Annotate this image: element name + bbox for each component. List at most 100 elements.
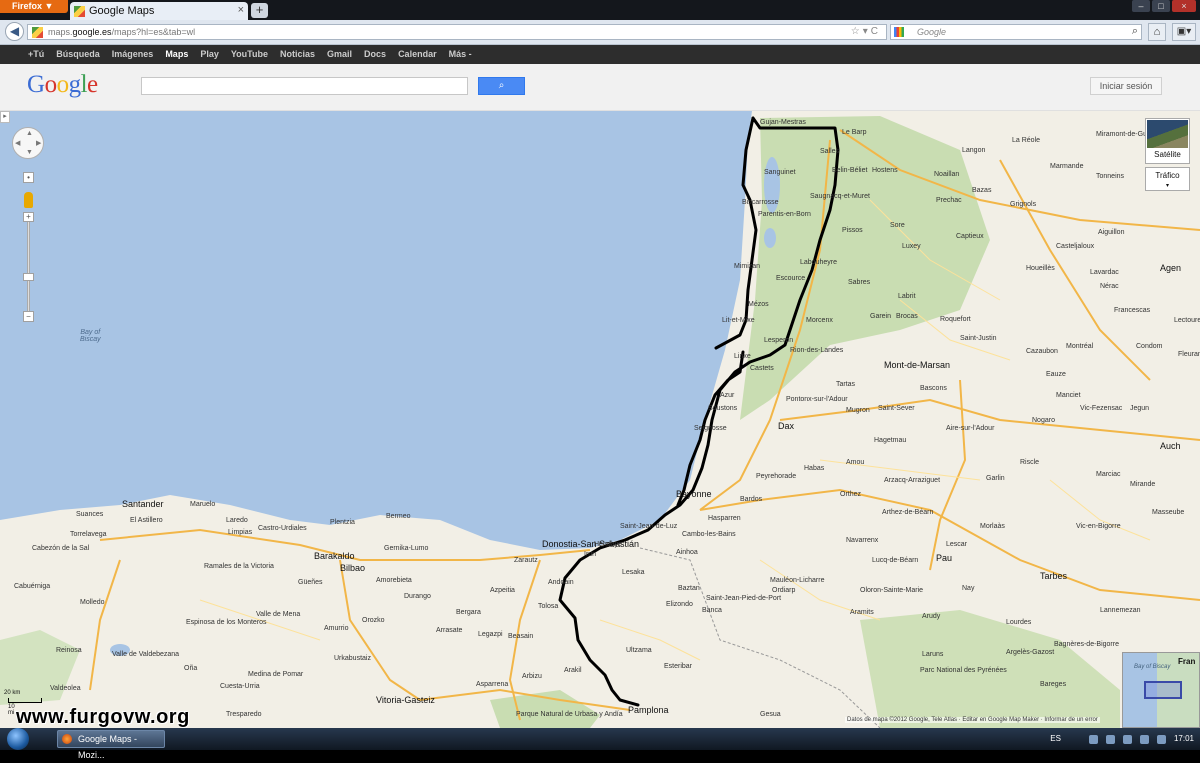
place-label[interactable]: Amurrio	[324, 625, 349, 632]
place-label[interactable]: Habas	[804, 465, 824, 472]
zoom-out-button[interactable]: −	[23, 311, 34, 322]
place-label[interactable]: Tartas	[836, 381, 855, 388]
place-label[interactable]: Salles	[820, 148, 839, 155]
place-label[interactable]: Grignols	[1010, 201, 1036, 208]
tray-app-icon[interactable]	[1122, 734, 1132, 744]
pan-down-icon[interactable]: ▼	[26, 149, 33, 156]
clock[interactable]: 17:01	[1174, 728, 1194, 750]
place-label[interactable]: Soustons	[708, 405, 737, 412]
place-label[interactable]: Nérac	[1100, 283, 1119, 290]
place-label[interactable]: Linxe	[734, 353, 751, 360]
pan-left-icon[interactable]: ◀	[15, 139, 20, 147]
maps-search-input[interactable]	[141, 77, 468, 95]
place-label[interactable]: Riscle	[1020, 459, 1039, 466]
tab-google-maps[interactable]: Google Maps ×	[70, 2, 248, 20]
gbar-item-youtube[interactable]: YouTube	[231, 45, 268, 64]
place-label[interactable]: Asparrena	[476, 681, 508, 688]
place-label[interactable]: Roquefort	[940, 316, 971, 323]
place-label[interactable]: Torrelavega	[70, 531, 107, 538]
place-label[interactable]: El Astillero	[130, 517, 163, 524]
place-label[interactable]: Bilbao	[340, 563, 365, 573]
place-label[interactable]: Castro-Urdiales	[258, 525, 307, 532]
place-label[interactable]: Escource	[776, 275, 805, 282]
place-label[interactable]: Ordiarp	[772, 587, 795, 594]
url-bar[interactable]: maps.google.es/maps?hl=es&tab=wl ☆▾C	[27, 24, 887, 40]
place-label[interactable]: Güeñes	[298, 579, 323, 586]
gbar-item-im-genes[interactable]: Imágenes	[112, 45, 154, 64]
browser-search-field[interactable]: Google ⌕	[890, 24, 1142, 40]
place-label[interactable]: Plentzia	[330, 519, 355, 526]
place-label[interactable]: Jegun	[1130, 405, 1149, 412]
place-label[interactable]: Hasparren	[708, 515, 741, 522]
place-label[interactable]: Lavardac	[1090, 269, 1119, 276]
google-logo[interactable]: Google	[27, 71, 98, 99]
place-label[interactable]: Seignosse	[694, 425, 727, 432]
place-label[interactable]: Marmande	[1050, 163, 1083, 170]
place-label[interactable]: Saint-Sever	[878, 405, 915, 412]
place-label[interactable]: Gujan-Mestras	[760, 119, 806, 126]
place-label[interactable]: Rion-des-Landes	[790, 347, 843, 354]
place-label[interactable]: Mirande	[1130, 481, 1155, 488]
place-label[interactable]: Sanguinet	[764, 169, 796, 176]
search-engine-icon[interactable]	[894, 27, 904, 37]
place-label[interactable]: Francescas	[1114, 307, 1150, 314]
map-copyright[interactable]: Datos de mapa ©2012 Google, Tele Atlas ·…	[845, 717, 1100, 723]
place-label[interactable]: Donostia-San Sebastián	[542, 539, 639, 549]
gbar-item-b-squeda[interactable]: Búsqueda	[56, 45, 100, 64]
place-label[interactable]: Saugnacq-et-Muret	[810, 193, 870, 200]
place-label[interactable]: Nay	[962, 585, 974, 592]
place-label[interactable]: Durango	[404, 593, 431, 600]
firefox-menu-button[interactable]: Firefox ▼	[0, 0, 68, 13]
pan-up-icon[interactable]: ▲	[26, 130, 33, 137]
place-label[interactable]: Vic-Fezensac	[1080, 405, 1122, 412]
place-label[interactable]: Auch	[1160, 441, 1181, 451]
place-label[interactable]: Arrasate	[436, 627, 462, 634]
gbar-item-play[interactable]: Play	[200, 45, 219, 64]
place-label[interactable]: Gesua	[760, 711, 781, 718]
traffic-toggle[interactable]: Tráfico ▾	[1145, 167, 1190, 191]
place-label[interactable]: Vic-en-Bigorre	[1076, 523, 1121, 530]
place-label[interactable]: Belin-Béliet	[832, 167, 867, 174]
place-label[interactable]: Bergara	[456, 609, 481, 616]
taskbar-firefox-item[interactable]: Google Maps - Mozi...	[57, 730, 165, 760]
search-icon[interactable]: ⌕	[1132, 24, 1138, 38]
place-label[interactable]: Arudy	[922, 613, 940, 620]
place-label[interactable]: Pontonx-sur-l'Adour	[786, 396, 848, 403]
place-label[interactable]: Arzacq-Arraziguet	[884, 477, 940, 484]
gbar-item-gmail[interactable]: Gmail	[327, 45, 352, 64]
place-label[interactable]: Lescar	[946, 541, 967, 548]
place-label[interactable]: Parque Natural de Urbasa y Andía	[516, 711, 623, 718]
sign-in-button[interactable]: Iniciar sesión	[1090, 77, 1162, 95]
place-label[interactable]: Mimizan	[734, 263, 760, 270]
place-label[interactable]: Oña	[184, 665, 197, 672]
place-label[interactable]: Lannemezan	[1100, 607, 1140, 614]
place-label[interactable]: Maruelo	[190, 501, 215, 508]
place-label[interactable]: Masseube	[1152, 509, 1184, 516]
place-label[interactable]: Lourdes	[1006, 619, 1031, 626]
place-label[interactable]: Le Barp	[842, 129, 867, 136]
place-label[interactable]: La Réole	[1012, 137, 1040, 144]
place-label[interactable]: Condom	[1136, 343, 1162, 350]
place-label[interactable]: Garein	[870, 313, 891, 320]
close-window-icon[interactable]: ×	[1172, 0, 1196, 12]
place-label[interactable]: Laruns	[922, 651, 943, 658]
place-label[interactable]: Langon	[962, 147, 985, 154]
place-label[interactable]: Peyrehorade	[756, 473, 796, 480]
place-label[interactable]: Barakaldo	[314, 551, 355, 561]
gbar-item-m-s[interactable]: Más -	[449, 45, 472, 64]
place-label[interactable]: Azpeitia	[490, 587, 515, 594]
back-button[interactable]: ◀	[5, 22, 24, 41]
place-label[interactable]: Beasain	[508, 633, 533, 640]
place-label[interactable]: Morlaàs	[980, 523, 1005, 530]
place-label[interactable]: Valdeolea	[50, 685, 81, 692]
satellite-label[interactable]: Satélite	[1145, 150, 1190, 159]
place-label[interactable]: Parentis-en-Born	[758, 211, 811, 218]
maps-search-button[interactable]: ⌕	[478, 77, 525, 95]
place-label[interactable]: Hagetmau	[874, 437, 906, 444]
pan-right-icon[interactable]: ▶	[36, 139, 41, 147]
place-label[interactable]: Ultzama	[626, 647, 652, 654]
place-label[interactable]: Saint-Jean-de-Luz	[620, 523, 677, 530]
home-button[interactable]: ⌂	[1148, 23, 1166, 41]
place-label[interactable]: Hendaye	[594, 541, 622, 548]
pan-control[interactable]: ▲ ▼ ◀ ▶	[12, 127, 44, 159]
